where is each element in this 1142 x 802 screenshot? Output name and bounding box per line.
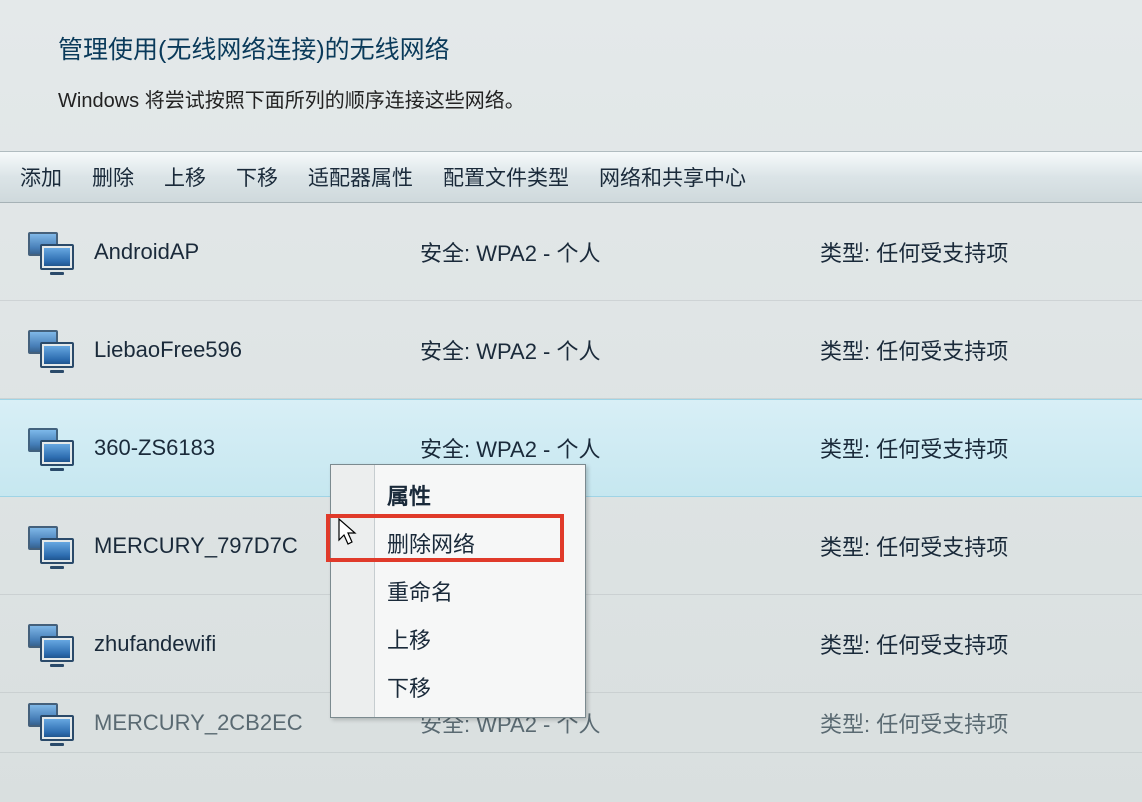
page-title: 管理使用(无线网络连接)的无线网络: [58, 30, 1084, 66]
network-icon: [10, 622, 90, 666]
toolbar: 添加 删除 上移 下移 适配器属性 配置文件类型 网络和共享中心: [0, 151, 1142, 203]
network-type: 类型: 任何受支持项: [820, 432, 1122, 464]
context-menu-item[interactable]: 重命名: [331, 567, 585, 615]
manage-wireless-window: 管理使用(无线网络连接)的无线网络 Windows 将尝试按照下面所列的顺序连接…: [0, 0, 1142, 802]
toolbar-network-center[interactable]: 网络和共享中心: [599, 162, 746, 192]
toolbar-profile-types[interactable]: 配置文件类型: [443, 162, 569, 192]
context-menu-item[interactable]: 上移: [331, 615, 585, 663]
header-block: 管理使用(无线网络连接)的无线网络 Windows 将尝试按照下面所列的顺序连接…: [0, 30, 1142, 151]
context-menu-item[interactable]: 删除网络: [331, 519, 585, 567]
network-icon: [10, 328, 90, 372]
context-menu-item[interactable]: 属性: [331, 471, 585, 519]
network-type: 类型: 任何受支持项: [820, 334, 1122, 366]
toolbar-move-up[interactable]: 上移: [164, 162, 206, 192]
network-row[interactable]: LiebaoFree596安全: WPA2 - 个人类型: 任何受支持项: [0, 301, 1142, 399]
network-icon: [10, 230, 90, 274]
page-subtitle: Windows 将尝试按照下面所列的顺序连接这些网络。: [58, 84, 1084, 113]
toolbar-adapter-props[interactable]: 适配器属性: [308, 162, 413, 192]
toolbar-remove[interactable]: 删除: [92, 162, 134, 192]
network-row[interactable]: AndroidAP安全: WPA2 - 个人类型: 任何受支持项: [0, 203, 1142, 301]
context-menu: 属性删除网络重命名上移下移: [330, 464, 586, 718]
network-name: AndroidAP: [90, 239, 420, 265]
network-security: 安全: WPA2 - 个人: [420, 334, 820, 366]
network-name: 360-ZS6183: [90, 435, 420, 461]
network-icon: [10, 701, 90, 745]
network-type: 类型: 任何受支持项: [820, 628, 1122, 660]
network-icon: [10, 426, 90, 470]
network-security: 安全: WPA2 - 个人: [420, 236, 820, 268]
toolbar-add[interactable]: 添加: [20, 162, 62, 192]
network-icon: [10, 524, 90, 568]
network-name: LiebaoFree596: [90, 337, 420, 363]
context-menu-item[interactable]: 下移: [331, 663, 585, 711]
network-security: 安全: WPA2 - 个人: [420, 432, 820, 464]
toolbar-move-down[interactable]: 下移: [236, 162, 278, 192]
network-type: 类型: 任何受支持项: [820, 236, 1122, 268]
network-type: 类型: 任何受支持项: [820, 707, 1122, 739]
network-type: 类型: 任何受支持项: [820, 530, 1122, 562]
